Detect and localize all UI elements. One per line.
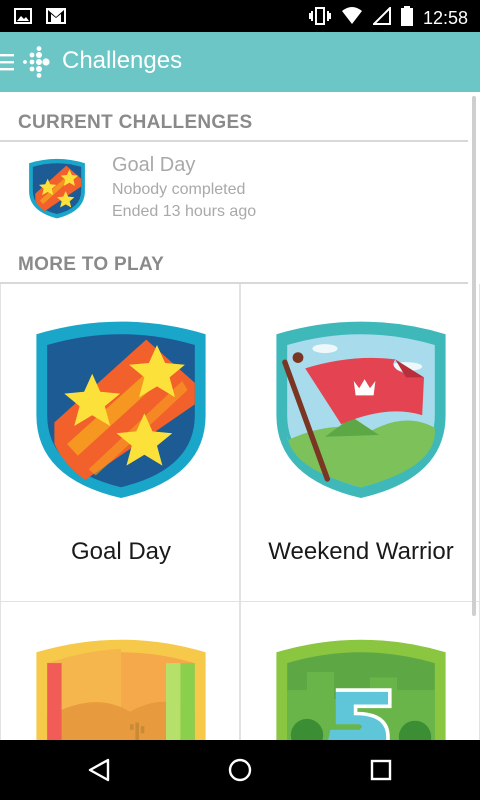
challenge-card-five[interactable] bbox=[240, 602, 480, 762]
more-to-play-header: MORE TO PLAY bbox=[0, 236, 468, 284]
vibrate-icon bbox=[308, 6, 331, 30]
challenge-card-goal-day[interactable]: Goal Day bbox=[0, 284, 240, 602]
desert-road-badge bbox=[31, 636, 211, 750]
fitbit-logo[interactable] bbox=[20, 46, 50, 82]
current-challenge-status: Nobody completed bbox=[112, 181, 246, 198]
current-challenges-header: CURRENT CHALLENGES bbox=[0, 94, 468, 142]
challenge-card-label: Weekend Warrior bbox=[268, 538, 454, 565]
challenge-card-desert[interactable] bbox=[0, 602, 240, 762]
wifi-icon bbox=[341, 7, 363, 29]
challenge-card-label: Goal Day bbox=[70, 538, 172, 565]
goal-day-badge bbox=[31, 318, 211, 502]
more-to-play-title: MORE TO PLAY bbox=[18, 254, 165, 275]
recents-icon[interactable] bbox=[370, 759, 392, 785]
challenge-grid: Goal Day Weekend Warrior bbox=[0, 284, 480, 762]
current-challenge-title: Goal Day bbox=[112, 154, 196, 176]
app-title: Challenges bbox=[62, 47, 183, 74]
navigation-bar bbox=[0, 740, 480, 800]
current-challenge-ended: Ended 13 hours ago bbox=[112, 203, 257, 220]
battery-icon bbox=[400, 6, 413, 30]
image-icon bbox=[14, 8, 32, 28]
menu-icon[interactable] bbox=[0, 52, 14, 76]
status-time: 12:58 bbox=[422, 7, 468, 28]
goal-day-badge bbox=[26, 156, 88, 224]
back-icon[interactable] bbox=[88, 758, 110, 786]
gmail-icon bbox=[46, 8, 66, 28]
current-challenge-item[interactable]: Goal Day Nobody completed Ended 13 hours… bbox=[0, 144, 468, 236]
current-challenges-title: CURRENT CHALLENGES bbox=[18, 112, 253, 133]
challenge-card-weekend-warrior[interactable]: Weekend Warrior bbox=[240, 284, 480, 602]
app-bar: Challenges bbox=[0, 32, 480, 92]
status-bar: 12:58 bbox=[0, 0, 480, 32]
scrollbar[interactable] bbox=[472, 96, 476, 616]
home-icon[interactable] bbox=[228, 758, 252, 786]
five-badge bbox=[271, 636, 451, 754]
weekend-warrior-badge bbox=[271, 318, 451, 502]
signal-icon bbox=[371, 5, 391, 29]
